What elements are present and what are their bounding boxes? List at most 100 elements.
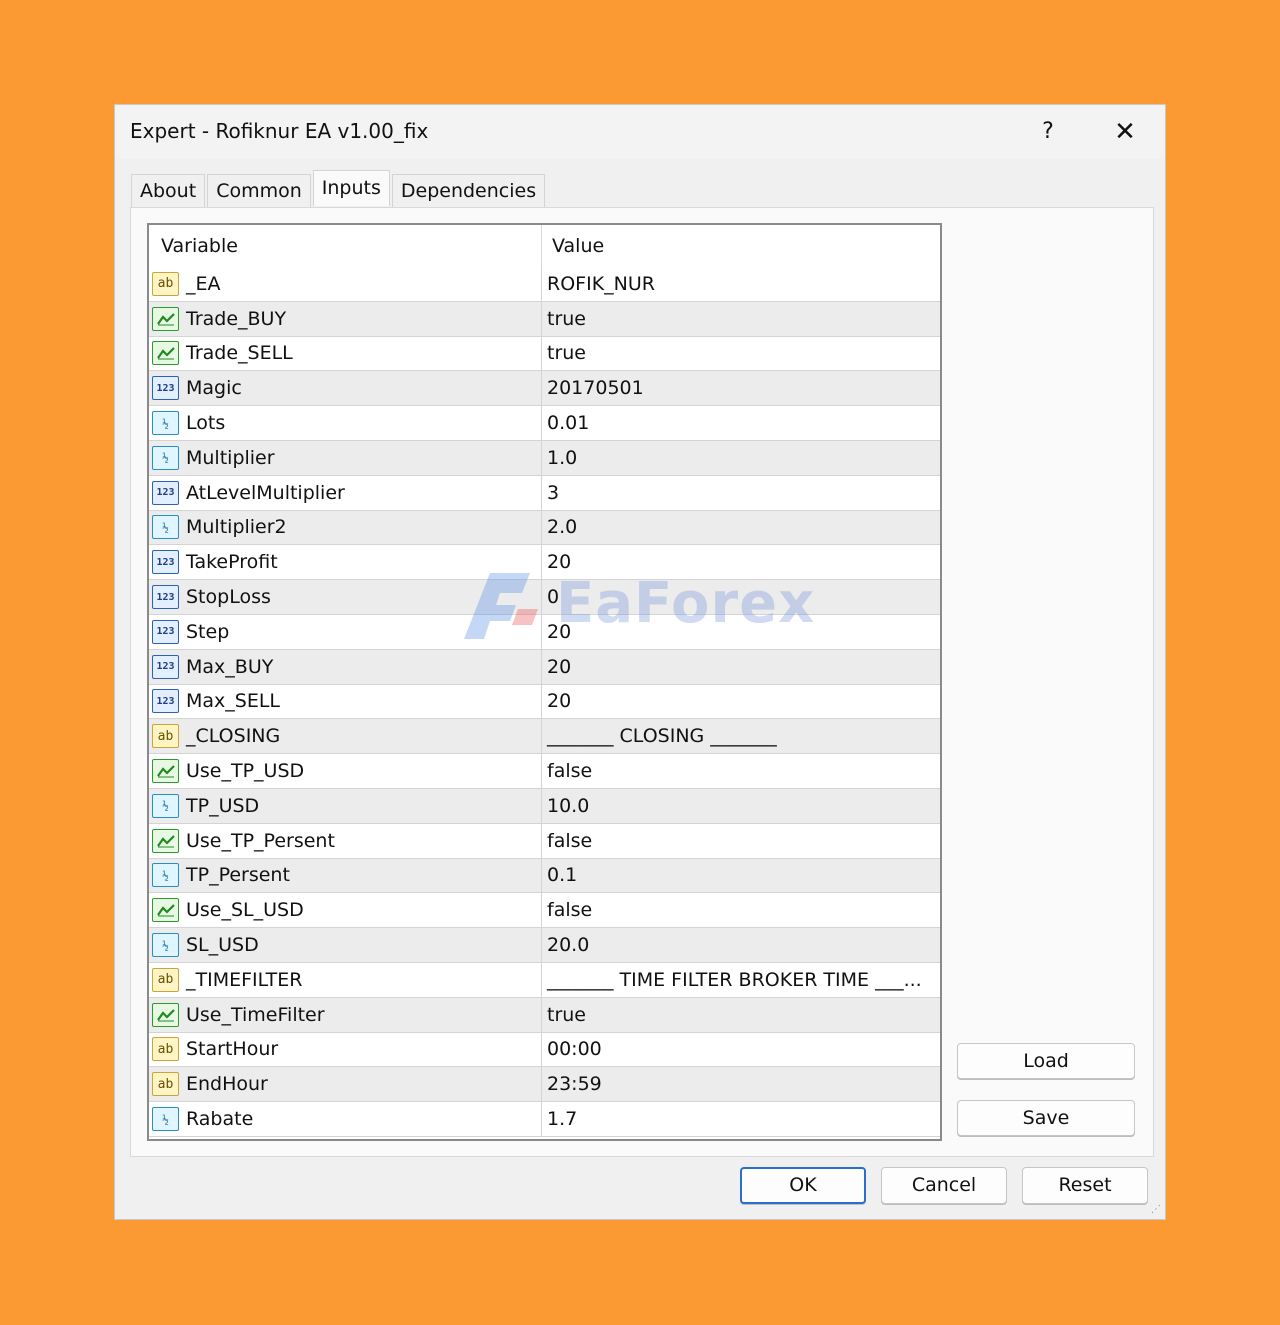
cancel-button[interactable]: Cancel (881, 1167, 1007, 1204)
column-header-variable[interactable]: Variable (149, 225, 542, 267)
tab-inputs[interactable]: Inputs (312, 170, 390, 206)
tab-about[interactable]: About (131, 174, 206, 207)
table-row[interactable]: 123 Max_BUY 20 (149, 649, 940, 685)
integer-type-icon: 123 (152, 550, 179, 575)
table-row[interactable]: Trade_BUY true (149, 301, 940, 337)
table-row[interactable]: ½ Rabate 1.7 (149, 1102, 940, 1137)
variable-cell: Trade_BUY (149, 301, 542, 336)
variable-cell: Use_TP_Persent (149, 823, 542, 858)
variable-cell: ½ TP_Persent (149, 858, 542, 893)
variable-name: Multiplier2 (186, 516, 287, 539)
value-cell[interactable]: false (542, 754, 940, 788)
load-button[interactable]: Load (957, 1043, 1135, 1079)
reset-button[interactable]: Reset (1022, 1167, 1148, 1204)
variable-name: EndHour (186, 1073, 268, 1096)
table-row[interactable]: ½ Lots 0.01 (149, 406, 940, 441)
table-row[interactable]: Trade_SELL true (149, 336, 940, 372)
table-row[interactable]: Use_TP_Persent false (149, 823, 940, 859)
variable-name: _TIMEFILTER (186, 968, 303, 991)
resize-grip-icon[interactable]: ⋰ (1150, 1204, 1162, 1216)
double-type-icon: ½ (152, 515, 179, 540)
value-cell[interactable]: 20170501 (542, 371, 940, 405)
value-cell[interactable]: false (542, 824, 940, 858)
variable-name: TP_USD (186, 794, 260, 817)
value-cell[interactable]: 00:00 (542, 1033, 940, 1067)
grid-rows: ab _EA ROFIK_NUR Trade_BUY true Trade_SELL tru… (149, 267, 940, 1137)
value-cell[interactable]: 0.1 (542, 859, 940, 893)
string-type-icon: ab (152, 271, 179, 296)
variable-name: Multiplier (186, 446, 275, 469)
table-row[interactable]: ab StartHour 00:00 (149, 1032, 940, 1068)
variable-cell: ab StartHour (149, 1032, 542, 1067)
variable-cell: ab EndHour (149, 1067, 542, 1102)
table-row[interactable]: 123 Max_SELL 20 (149, 684, 940, 720)
value-cell[interactable]: 0 (542, 580, 940, 614)
value-cell[interactable]: 20 (542, 685, 940, 719)
value-cell[interactable]: _______ TIME FILTER BROKER TIME ___... (542, 963, 940, 997)
variable-name: StopLoss (186, 586, 271, 609)
table-row[interactable]: Use_TP_USD false (149, 754, 940, 789)
table-row[interactable]: Use_SL_USD false (149, 893, 940, 929)
value-cell[interactable]: 20 (542, 545, 940, 579)
value-cell[interactable]: true (542, 337, 940, 371)
double-type-icon: ½ (152, 1107, 179, 1132)
value-cell[interactable]: true (542, 302, 940, 336)
variable-cell: ½ TP_USD (149, 788, 542, 823)
variable-cell: Use_TimeFilter (149, 997, 542, 1032)
table-row[interactable]: ½ Multiplier2 2.0 (149, 510, 940, 546)
table-row[interactable]: 123 StopLoss 0 (149, 580, 940, 615)
table-row[interactable]: 123 AtLevelMultiplier 3 (149, 475, 940, 511)
integer-type-icon: 123 (152, 376, 179, 401)
variable-cell: ab _TIMEFILTER (149, 962, 542, 997)
value-cell[interactable]: _______ CLOSING _______ (542, 719, 940, 753)
variable-name: Rabate (186, 1108, 254, 1131)
value-cell[interactable]: ROFIK_NUR (542, 267, 940, 301)
help-button[interactable]: ? (1033, 117, 1063, 147)
variable-cell: 123 Max_SELL (149, 684, 542, 719)
variable-cell: Use_TP_USD (149, 754, 542, 788)
value-cell[interactable]: 2.0 (542, 511, 940, 545)
variable-cell: 123 Step (149, 614, 542, 649)
variable-name: Max_SELL (186, 690, 281, 713)
value-cell[interactable]: true (542, 998, 940, 1032)
variable-cell: ab _EA (149, 267, 542, 301)
ok-button[interactable]: OK (740, 1167, 866, 1204)
variable-name: Max_BUY (186, 655, 274, 678)
table-row[interactable]: 123 Magic 20170501 (149, 371, 940, 407)
table-row[interactable]: ab _EA ROFIK_NUR (149, 267, 940, 302)
value-cell[interactable]: 0.01 (542, 406, 940, 440)
table-row[interactable]: ab _CLOSING _______ CLOSING _______ (149, 719, 940, 755)
table-row[interactable]: 123 TakeProfit 20 (149, 545, 940, 581)
value-cell[interactable]: 20 (542, 615, 940, 649)
bool-type-icon (152, 828, 179, 853)
variable-name: TP_Persent (186, 864, 290, 887)
integer-type-icon: 123 (152, 480, 179, 505)
table-row[interactable]: ½ SL_USD 20.0 (149, 928, 940, 963)
value-cell[interactable]: 3 (542, 476, 940, 510)
close-button[interactable]: ✕ (1109, 117, 1141, 147)
value-cell[interactable]: 10.0 (542, 789, 940, 823)
value-cell[interactable]: 23:59 (542, 1067, 940, 1101)
value-cell[interactable]: 1.7 (542, 1102, 940, 1136)
save-button[interactable]: Save (957, 1100, 1135, 1136)
variable-name: AtLevelMultiplier (186, 481, 345, 504)
value-cell[interactable]: false (542, 893, 940, 927)
bool-type-icon (152, 341, 179, 366)
table-row[interactable]: 123 Step 20 (149, 614, 940, 650)
value-cell[interactable]: 1.0 (542, 441, 940, 475)
variable-name: SL_USD (186, 934, 259, 957)
table-row[interactable]: ½ TP_USD 10.0 (149, 788, 940, 824)
table-row[interactable]: ½ TP_Persent 0.1 (149, 858, 940, 894)
table-row[interactable]: ab EndHour 23:59 (149, 1067, 940, 1103)
column-header-value[interactable]: Value (542, 225, 940, 267)
table-row[interactable]: Use_TimeFilter true (149, 997, 940, 1033)
tab-common[interactable]: Common (207, 174, 311, 207)
table-row[interactable]: ½ Multiplier 1.0 (149, 440, 940, 476)
tab-dependencies[interactable]: Dependencies (391, 174, 546, 207)
variable-cell: Use_SL_USD (149, 893, 542, 928)
value-cell[interactable]: 20.0 (542, 928, 940, 962)
double-type-icon: ½ (152, 411, 179, 436)
grid-header: Variable Value (149, 225, 940, 267)
table-row[interactable]: ab _TIMEFILTER _______ TIME FILTER BROKER … (149, 962, 940, 998)
value-cell[interactable]: 20 (542, 650, 940, 684)
